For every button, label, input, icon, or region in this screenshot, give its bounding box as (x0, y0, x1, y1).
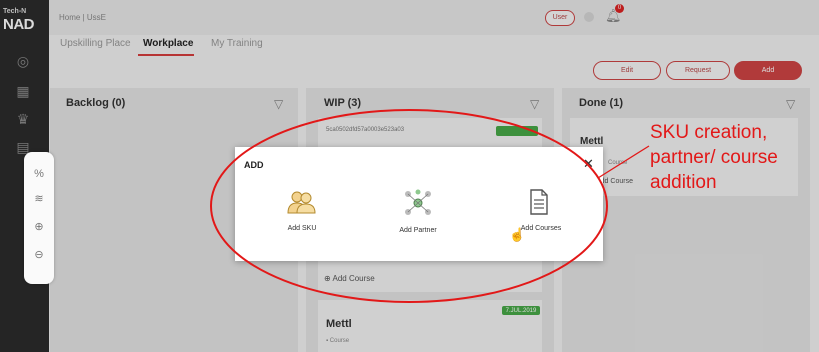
annotation-callout: SKU creation, partner/ course addition (650, 120, 818, 195)
annotation-line-2: partner/ course (650, 147, 778, 168)
annotation-line-3: addition (650, 172, 717, 193)
annotation-line-1: SKU creation, (650, 122, 768, 143)
